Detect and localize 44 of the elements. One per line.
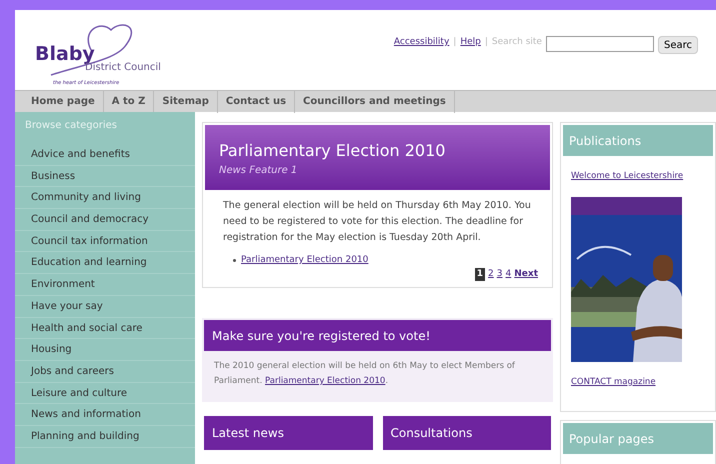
notice-text: The 2010 general election will be held on 6th May to elect Members of Parliament. Parliamentary Election 2010. — [213, 360, 516, 388]
publication-caption[interactable]: CONTACT magazine — [571, 376, 656, 388]
nav-link[interactable]: Councillors and meetings — [295, 90, 455, 112]
header-link[interactable]: Accessibility — [394, 36, 450, 50]
category-link[interactable]: Environment — [15, 274, 195, 296]
category-link[interactable]: Council tax information — [15, 230, 195, 252]
category-link[interactable]: Planning and building — [15, 426, 195, 448]
bullet-icon — [233, 259, 236, 262]
page-link[interactable]: 1 — [474, 268, 486, 281]
notice-header: Make sure you're registered to vote! — [204, 320, 551, 351]
category-link[interactable]: Council and democracy — [15, 209, 195, 231]
page-link[interactable]: 3 — [496, 268, 503, 281]
category-link[interactable]: Health and social care — [15, 318, 195, 340]
popular-header: Popular pages — [563, 423, 713, 454]
publications-header: Publications — [563, 125, 713, 156]
separator: | — [484, 36, 488, 49]
category-link[interactable]: Leisure and culture — [15, 382, 195, 404]
category-link[interactable]: Have your say — [15, 296, 195, 318]
publication-link[interactable]: Welcome to Leicestershire — [571, 170, 684, 183]
search-field[interactable] — [546, 36, 654, 52]
category-link[interactable]: Advice and benefits — [15, 144, 195, 166]
header-link[interactable]: Help — [460, 36, 481, 50]
next-link[interactable]: Next — [514, 268, 538, 281]
search-button[interactable]: Searc — [658, 36, 698, 54]
category-link[interactable]: Business — [15, 166, 195, 188]
page-link[interactable]: 2 — [488, 268, 494, 281]
category-link[interactable]: Education and learning — [15, 252, 195, 274]
search-label: Search site — [492, 36, 542, 49]
logo-subtitle: District Council — [85, 62, 161, 75]
feature-text: The general election will be held on Thursday 6th May 2010. You need to be registered to vote for this election. The deadline for registration for the May election is Tuesday 20th April. — [222, 199, 532, 245]
feature-link[interactable]: Parliamentary Election 2010 — [241, 254, 368, 268]
notice-link[interactable]: Parliamentary Election 2010 — [265, 376, 386, 386]
separator: | — [453, 36, 456, 49]
panel-header: Latest news — [204, 416, 372, 450]
page-link[interactable]: 4 — [506, 268, 512, 281]
category-link[interactable]: Housing — [15, 339, 195, 361]
nav-link[interactable]: Contact us — [218, 90, 296, 112]
feature-subtitle: News Feature 1 — [219, 164, 298, 178]
sidebar-title: Browse categories — [24, 119, 118, 133]
feature-title: Parliamentary Election 2010 — [219, 140, 446, 162]
category-link[interactable]: Jobs and careers — [15, 360, 195, 383]
panel-header: Consultations — [382, 416, 551, 450]
category-link[interactable]: Community and living — [15, 187, 195, 210]
category-link[interactable]: News and information — [15, 404, 195, 426]
